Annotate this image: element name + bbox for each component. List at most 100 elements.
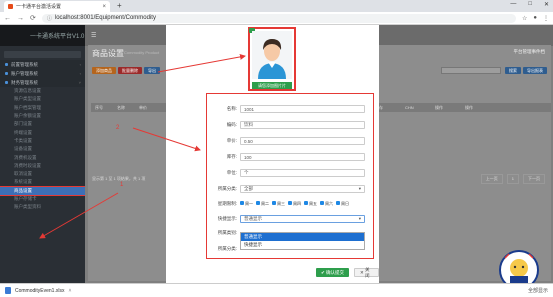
- weekday-tue-checkbox[interactable]: 周二: [256, 201, 269, 207]
- hamburger-icon[interactable]: ☰: [91, 32, 96, 39]
- price-input[interactable]: 0.50: [240, 137, 365, 145]
- sidebar-item[interactable]: 终端设置: [0, 128, 85, 136]
- quick-display-dropdown: 普通显示 快捷显示: [240, 232, 365, 250]
- sidebar-item[interactable]: 部门设置: [0, 120, 85, 128]
- form-row-type: 所属类别:: [217, 230, 237, 235]
- sidebar-group-2[interactable]: 账户管理系统 ‹: [0, 69, 85, 78]
- download-filename[interactable]: CommodityEven1.xlsx: [15, 288, 64, 294]
- sidebar-item[interactable]: 设备设置: [0, 145, 85, 153]
- reload-icon[interactable]: ⟳: [30, 14, 36, 22]
- sidebar-item[interactable]: 资源信息设置: [0, 87, 85, 95]
- folder-icon: [5, 81, 8, 84]
- folder-icon: [5, 63, 8, 66]
- sidebar-group-3[interactable]: 财务管理系统 ˅: [0, 78, 85, 87]
- quick-display-select[interactable]: 普通显示 ▾: [240, 215, 365, 223]
- avatar-image: [252, 31, 292, 79]
- chevron-down-icon: ▾: [358, 216, 361, 221]
- sidebar-group-1[interactable]: 前置管理系统 ‹: [0, 60, 85, 69]
- checkbox-icon: [288, 201, 292, 205]
- code-input[interactable]: 饮料: [240, 121, 365, 129]
- sidebar: 一卡通系统平台V1.0 前置管理系统 ‹ 账户管理系统 ‹ 财务管理系统 ˅ 资源信息…: [0, 25, 86, 283]
- show-all-downloads[interactable]: 全部显示: [528, 287, 548, 294]
- upload-image-button[interactable]: 请您添加图片片: [252, 82, 292, 89]
- form-row-name: 名称: 1001: [207, 104, 375, 114]
- browser-tab-bar: 一卡通平台激活设置 × + — □ ✕: [0, 0, 553, 12]
- weekday-mon-checkbox[interactable]: 周一: [240, 201, 253, 207]
- form-row-price: 单价: 0.50: [207, 136, 375, 146]
- profile-icon[interactable]: ●: [533, 15, 537, 21]
- close-tab-icon[interactable]: ×: [102, 4, 106, 10]
- new-tab-icon[interactable]: +: [117, 1, 122, 10]
- page-1-button[interactable]: 1: [506, 174, 519, 184]
- annotation-label-2: 2: [116, 125, 120, 131]
- right-buttons: 搜索 导出报表: [505, 67, 547, 74]
- image-upload-area: 请您添加图片片: [248, 27, 296, 91]
- excel-file-icon: [5, 287, 11, 294]
- maximize-icon[interactable]: □: [528, 1, 532, 8]
- search-input[interactable]: [441, 67, 501, 74]
- folder-icon: [5, 72, 8, 75]
- unit-input[interactable]: 个: [240, 169, 365, 177]
- weekday-fri-checkbox[interactable]: 周五: [304, 201, 317, 207]
- export-button[interactable]: 导出: [144, 67, 160, 74]
- brand-title: 一卡通系统平台V1.0: [0, 25, 85, 46]
- sidebar-item[interactable]: 账户档案管理: [0, 104, 85, 112]
- chevron-icon: ˅: [78, 80, 81, 85]
- chevron-down-icon: ▾: [358, 186, 361, 191]
- weekday-wed-checkbox[interactable]: 周三: [272, 201, 285, 207]
- sidebar-item[interactable]: 消费时段设置: [0, 162, 85, 170]
- action-bar: 添加商品 批量删除 导出: [92, 67, 160, 74]
- sidebar-item[interactable]: 取消设置: [0, 170, 85, 178]
- form-row-code: 编码: 饮料: [207, 120, 375, 130]
- form-row-category: 所属分类: 全部 ▾: [207, 184, 375, 194]
- prev-page-button[interactable]: 上一页: [480, 174, 503, 184]
- checkbox-icon: [256, 201, 260, 205]
- sidebar-item[interactable]: 消费机设置: [0, 153, 85, 161]
- sidebar-item[interactable]: 账户类型设置: [0, 95, 85, 103]
- batch-delete-button[interactable]: 批量删除: [118, 67, 142, 74]
- weekday-checkboxes: 周一 周二 周三 周四 周五 周六 周日: [240, 201, 349, 207]
- edit-commodity-modal: 请您添加图片片 名称: 1001 编码: 饮料 单价: 0.50 库存: 100…: [166, 25, 379, 283]
- weekday-sun-checkbox[interactable]: 周日: [336, 201, 349, 207]
- star-icon[interactable]: ☆: [522, 15, 527, 22]
- add-commodity-button[interactable]: 添加商品: [92, 67, 116, 74]
- weekday-thu-checkbox[interactable]: 周四: [288, 201, 301, 207]
- search-button[interactable]: 搜索: [505, 67, 521, 74]
- menu-icon[interactable]: ⋮: [543, 15, 549, 22]
- browser-tab[interactable]: 一卡通平台激活设置 ×: [4, 1, 110, 12]
- sidebar-item[interactable]: 账户类型资料: [0, 203, 85, 211]
- dropdown-option-quick[interactable]: 快捷显示: [241, 241, 364, 249]
- category-select[interactable]: 全部 ▾: [240, 185, 365, 193]
- form-row-class: 所属分类:: [217, 246, 237, 251]
- stock-input[interactable]: 100: [240, 153, 365, 161]
- chevron-icon: ‹: [79, 62, 81, 67]
- sidebar-item-commodity[interactable]: 商品设置: [0, 185, 86, 196]
- address-bar: ← → ⟳ ⓘ localhost:8001/Equipment/Commodi…: [0, 12, 553, 25]
- close-window-icon[interactable]: ✕: [544, 1, 549, 8]
- back-icon[interactable]: ←: [4, 15, 11, 22]
- top-right-link[interactable]: 平台管理事件档: [514, 49, 546, 55]
- url-field[interactable]: ⓘ localhost:8001/Equipment/Commodity: [41, 13, 516, 23]
- chevron-up-icon[interactable]: ˄: [68, 288, 71, 294]
- checkbox-icon: [336, 201, 340, 205]
- save-button[interactable]: ✔ 确认提交: [316, 268, 350, 277]
- checkbox-icon: [320, 201, 324, 205]
- dropdown-option-normal[interactable]: 普通显示: [241, 233, 364, 241]
- export-report-button[interactable]: 导出报表: [523, 67, 547, 74]
- forward-icon[interactable]: →: [17, 15, 24, 22]
- name-input[interactable]: 1001: [240, 105, 365, 113]
- next-page-button[interactable]: 下一页: [523, 174, 545, 184]
- minimize-icon[interactable]: —: [510, 1, 516, 8]
- tab-title: 一卡通平台激活设置: [16, 4, 62, 10]
- sidebar-search[interactable]: [4, 51, 81, 58]
- weekday-sat-checkbox[interactable]: 周六: [320, 201, 333, 207]
- person-avatar-icon: [252, 31, 292, 79]
- sidebar-item[interactable]: 系统设置: [0, 178, 85, 186]
- info-icon: ⓘ: [46, 15, 52, 22]
- sidebar-item[interactable]: 账户余额设置: [0, 112, 85, 120]
- sidebar-item[interactable]: 账户存储卡: [0, 195, 85, 203]
- close-button[interactable]: ✕ 关闭: [354, 267, 379, 278]
- form-row-stock: 库存: 100: [207, 152, 375, 162]
- sidebar-item[interactable]: 卡类设置: [0, 137, 85, 145]
- favicon-icon: [8, 4, 13, 9]
